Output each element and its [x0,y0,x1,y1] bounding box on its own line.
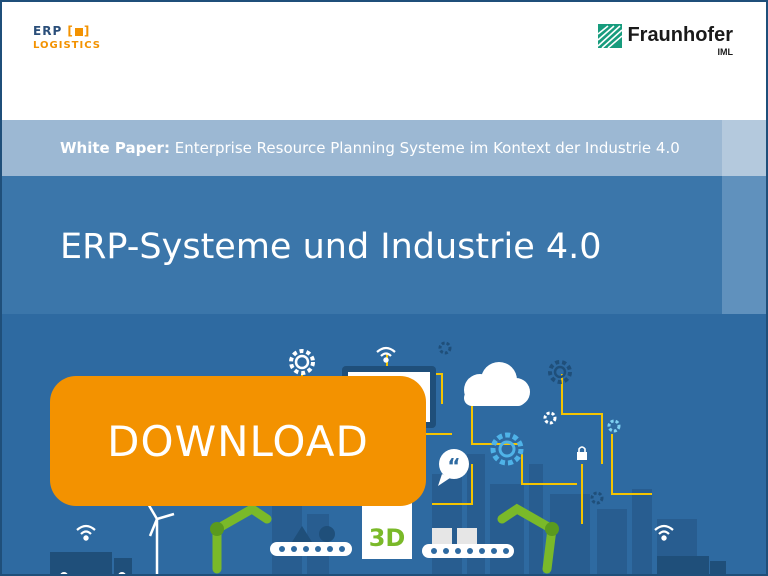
header: ERP [] LOGISTICS Fraunhofer IML [2,2,766,120]
download-button[interactable]: DOWNLOAD [50,376,426,506]
gear-icon [590,491,604,505]
robot-arm-icon [212,503,272,574]
truck-icon [657,556,726,574]
page-title: ERP-Systeme und Industrie 4.0 [60,227,602,267]
gear-icon [548,360,572,384]
erp-logo-text: ERP [33,24,63,38]
subtitle: White Paper: Enterprise Resource Plannin… [60,139,680,157]
subtitle-prefix: White Paper: [60,139,170,157]
svg-text:“: “ [447,454,460,478]
robot-joint [545,522,559,536]
gear-icon [543,411,557,425]
whitepaper-banner[interactable]: ERP [] LOGISTICS Fraunhofer IML White Pa… [0,0,768,576]
erp-logo-subtext: LOGISTICS [33,40,101,51]
gear-icon [289,349,315,375]
gear-icon [438,341,452,355]
wind-turbine-icon [145,501,175,574]
fraunhofer-name: Fraunhofer [627,24,733,46]
subtitle-text: Enterprise Resource Planning Systeme im … [174,139,680,157]
fraunhofer-mark-icon [598,24,623,48]
lock-icon [577,446,587,460]
truck-icon [50,552,132,574]
cloud-icon [464,362,530,406]
wifi-icon [76,524,96,541]
gear-icon [490,432,524,466]
printer-label: 3D [369,524,406,552]
erp-logistics-logo: ERP [] LOGISTICS [33,24,113,64]
robot-joint [210,522,224,536]
title-band-accent [722,176,766,314]
gear-icon [607,419,621,433]
fraunhofer-institute: IML [717,47,734,57]
subtitle-band-accent [722,120,766,176]
erp-logo-square-icon [74,27,83,36]
fraunhofer-logo: Fraunhofer IML [598,22,733,62]
download-button-label: DOWNLOAD [107,416,369,466]
